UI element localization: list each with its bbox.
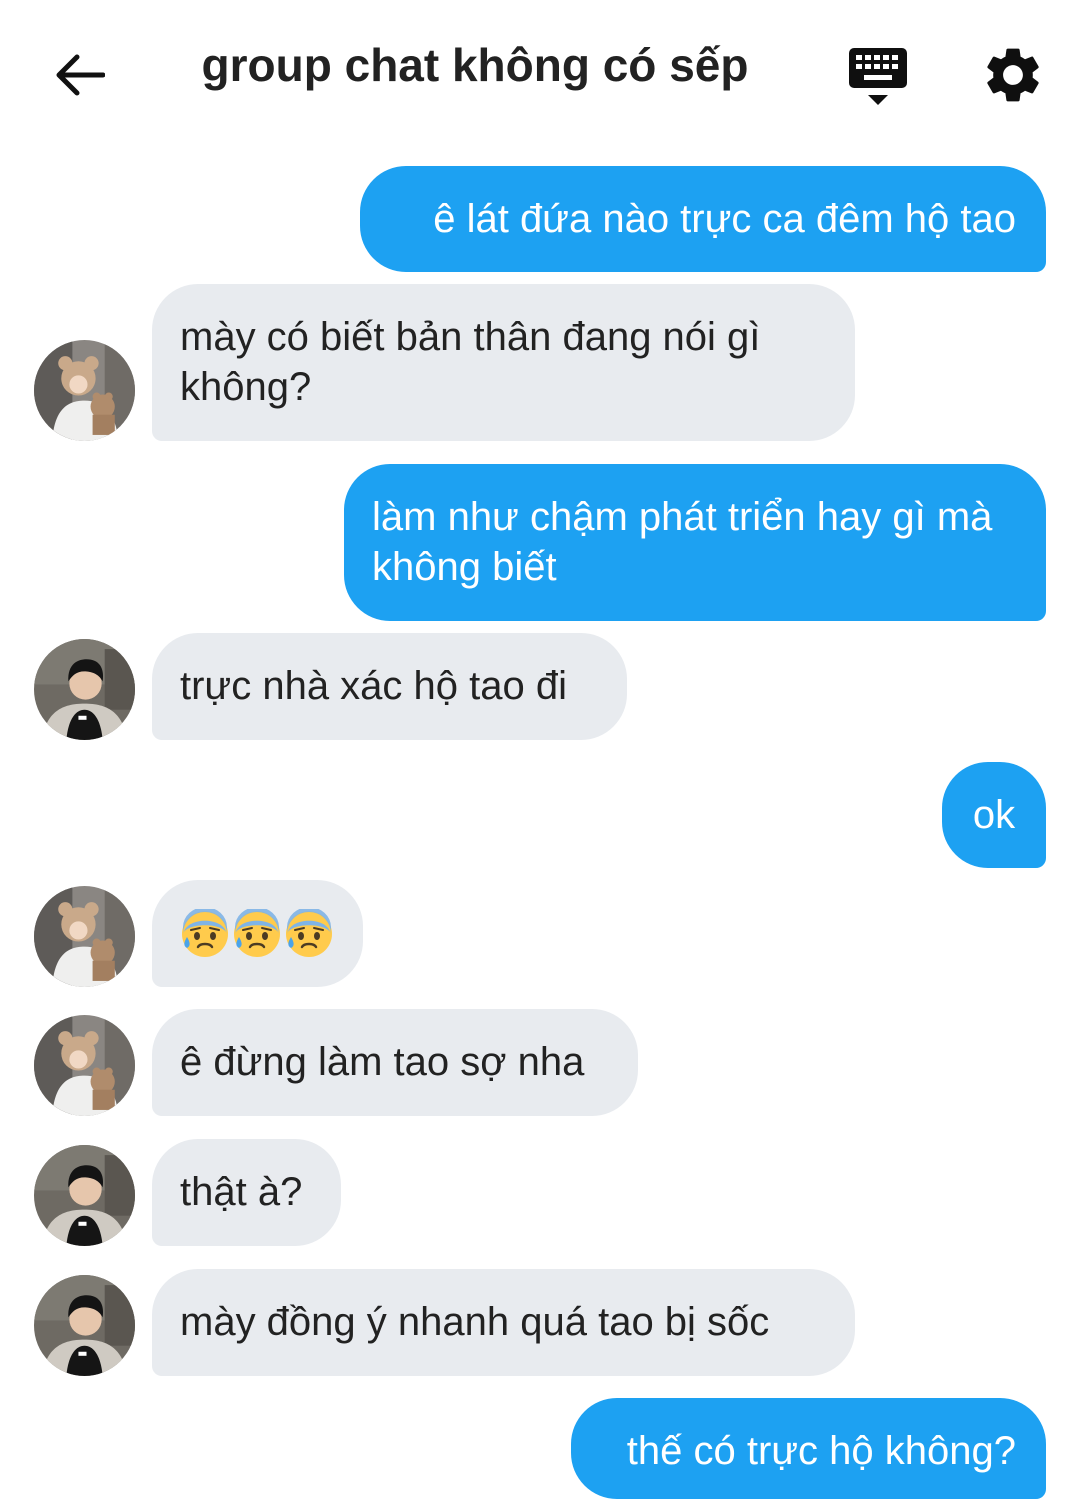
emoji-row — [180, 909, 335, 959]
chat-header: group chat không có sếp — [0, 0, 1080, 150]
avatar[interactable] — [34, 340, 135, 441]
keyboard-icon — [849, 48, 907, 105]
avatar[interactable] — [34, 1275, 135, 1376]
anxious-face-with-sweat-emoji — [180, 909, 230, 959]
gear-icon — [987, 48, 1039, 102]
page-title: group chat không có sếp — [201, 39, 749, 91]
anxious-face-with-sweat-emoji — [232, 909, 282, 959]
message-text: ê đừng làm tao sợ nha — [180, 1040, 585, 1084]
message-text: ê lát đứa nào trực ca đêm hộ tao — [433, 197, 1016, 241]
message-bubble-sent[interactable]: làm như chậm phát triển hay gì mà không … — [344, 464, 1046, 621]
message-bubble-received[interactable]: thật à? — [152, 1139, 341, 1246]
arrow-left-icon — [56, 54, 105, 96]
message-text: mày đồng ý nhanh quá tao bị sốc — [180, 1300, 770, 1344]
avatar[interactable] — [34, 1015, 135, 1116]
keyboard-button[interactable] — [843, 44, 913, 108]
avatar[interactable] — [34, 639, 135, 740]
message-bubble-sent[interactable]: thế có trực hộ không? — [571, 1398, 1046, 1499]
message-bubble-received[interactable]: ê đừng làm tao sợ nha — [152, 1009, 638, 1116]
message-text: thật à? — [180, 1170, 303, 1214]
message-bubble-sent[interactable]: ê lát đứa nào trực ca đêm hộ tao — [360, 166, 1046, 272]
message-bubble-sent[interactable]: ok — [942, 762, 1046, 868]
message-text: mày có biết bản thân đang nói gì không? — [180, 315, 761, 409]
anxious-face-with-sweat-emoji — [284, 909, 334, 959]
message-bubble-received[interactable] — [152, 880, 363, 987]
message-text: ok — [972, 793, 1016, 837]
avatar[interactable] — [34, 1145, 135, 1246]
message-text: trực nhà xác hộ tao đi — [180, 664, 567, 708]
message-text: làm như chậm phát triển hay gì mà không … — [372, 495, 993, 589]
message-bubble-received[interactable]: trực nhà xác hộ tao đi — [152, 633, 627, 740]
message-bubble-received[interactable]: mày đồng ý nhanh quá tao bị sốc — [152, 1269, 855, 1376]
message-text: thế có trực hộ không? — [626, 1429, 1016, 1473]
settings-button[interactable] — [980, 42, 1046, 108]
avatar[interactable] — [34, 886, 135, 987]
message-bubble-received[interactable]: mày có biết bản thân đang nói gì không? — [152, 284, 855, 441]
back-button[interactable] — [50, 46, 108, 104]
